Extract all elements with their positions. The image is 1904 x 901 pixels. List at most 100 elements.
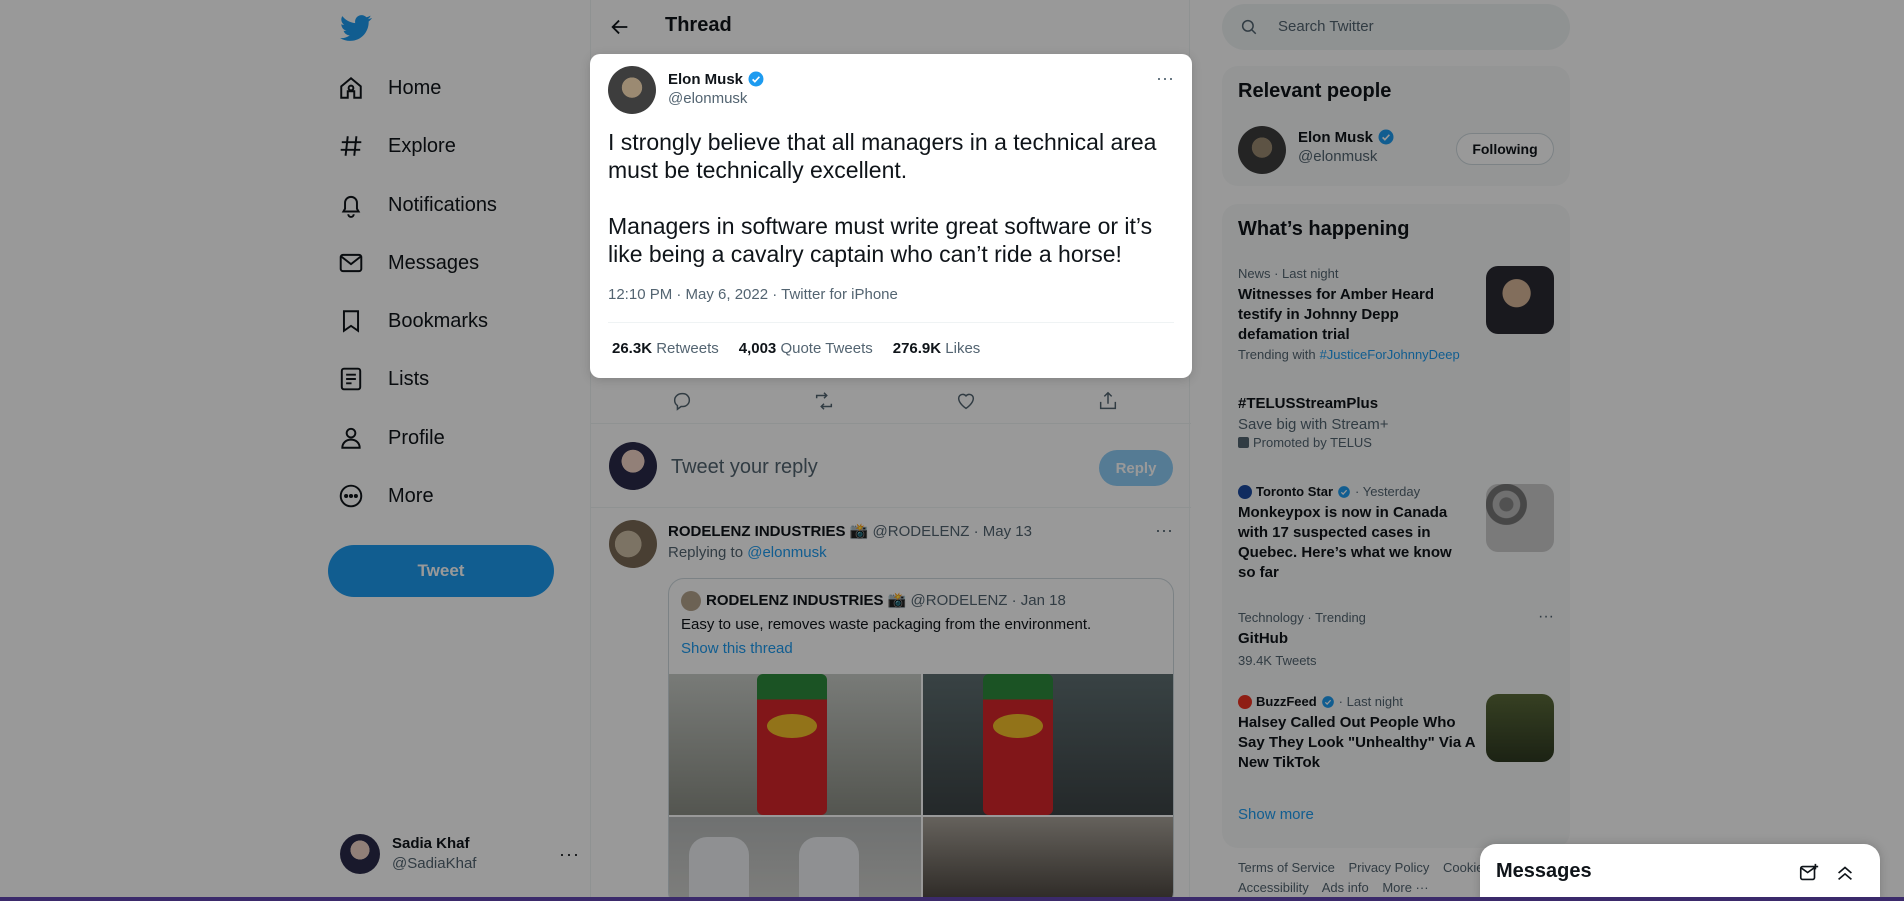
reply-author-handle[interactable]: @RODELENZ <box>873 523 970 540</box>
quoted-media-grid <box>669 674 1173 901</box>
toronto-star-logo-icon <box>1238 484 1252 499</box>
twitter-logo-icon[interactable] <box>340 12 372 44</box>
footer-link[interactable]: Cookie <box>1443 860 1483 875</box>
nav-messages[interactable]: Messages <box>338 238 479 288</box>
relevant-person-name[interactable]: Elon Musk <box>1298 129 1373 146</box>
container-image <box>689 837 749 901</box>
messages-drawer[interactable]: Messages <box>1480 844 1880 901</box>
trending-hashtag-link[interactable]: #JusticeForJohnnyDeep <box>1320 347 1460 362</box>
tweet-more-icon[interactable]: ··· <box>1156 68 1174 89</box>
nav-more[interactable]: More <box>338 471 434 521</box>
left-navigation: Home Explore Notifications Messages Book… <box>326 0 586 901</box>
trend-meta: Technology · Trending <box>1238 610 1366 625</box>
trend-item[interactable]: Technology · Trending GitHub 39.4K Tweet… <box>1238 610 1558 668</box>
whats-happening-title: What’s happening <box>1238 218 1410 240</box>
expand-drawer-button[interactable] <box>1834 862 1856 884</box>
trend-source: Toronto Star <box>1256 484 1334 499</box>
right-sidebar: Search Twitter Relevant people Elon Musk… <box>1222 0 1572 901</box>
whats-happening-card: What’s happening News · Last night Witne… <box>1222 204 1570 848</box>
nav-profile-label: Profile <box>388 426 445 449</box>
nav-notifications[interactable]: Notifications <box>338 180 497 230</box>
home-icon <box>340 76 362 99</box>
account-switcher[interactable]: Sadia Khaf @SadiaKhaf ··· <box>340 832 580 876</box>
trending-with-prefix: Trending with <box>1238 347 1316 362</box>
more-circle-icon <box>339 484 363 508</box>
author-name[interactable]: Elon Musk <box>668 71 743 88</box>
reply-author-avatar[interactable] <box>609 520 657 568</box>
media-image[interactable] <box>923 817 1173 901</box>
quote-tweets-stat[interactable]: 4,003 Quote Tweets <box>739 340 873 357</box>
nav-messages-label: Messages <box>388 251 480 274</box>
media-image[interactable] <box>669 674 921 815</box>
share-action[interactable] <box>1097 390 1121 414</box>
retweet-icon <box>815 392 833 410</box>
relevant-people-card: Relevant people Elon Musk @elonmusk Foll… <box>1222 66 1570 186</box>
footer-link[interactable]: Ads info <box>1322 880 1369 895</box>
nav-profile[interactable]: Profile <box>338 413 445 463</box>
trend-thumbnail[interactable] <box>1486 694 1554 762</box>
nav-explore[interactable]: Explore <box>338 121 456 171</box>
following-button[interactable]: Following <box>1456 133 1554 165</box>
trend-headline: #TELUSStreamPlus <box>1238 395 1379 412</box>
relevant-person-avatar[interactable] <box>1238 126 1286 174</box>
nav-explore-label: Explore <box>388 134 456 157</box>
footer-links: Terms of Service Privacy Policy Cookie A… <box>1238 858 1493 898</box>
reply-author-name[interactable]: RODELENZ INDUSTRIES 📸 <box>668 523 868 540</box>
reply-more-icon[interactable]: ··· <box>1155 520 1173 541</box>
reply-tweet[interactable]: RODELENZ INDUSTRIES 📸 @RODELENZ · May 13… <box>591 508 1191 901</box>
quoted-tweet[interactable]: RODELENZ INDUSTRIES 📸 @RODELENZ · Jan 18… <box>668 578 1174 901</box>
quoted-author-avatar <box>681 591 701 611</box>
quoted-date: · Jan 18 <box>1011 592 1066 609</box>
nav-lists[interactable]: Lists <box>338 354 429 404</box>
promoted-icon <box>1238 437 1249 448</box>
media-image[interactable] <box>669 817 921 901</box>
divider <box>608 322 1174 323</box>
search-input[interactable]: Search Twitter <box>1278 18 1374 35</box>
thread-header: Thread <box>591 0 1191 53</box>
nav-home[interactable]: Home <box>338 63 441 113</box>
media-image[interactable] <box>923 674 1173 815</box>
footer-link[interactable]: More ··· <box>1382 880 1428 895</box>
search-bar[interactable]: Search Twitter <box>1222 4 1570 50</box>
trend-more-icon[interactable]: ··· <box>1538 608 1554 626</box>
reply-input[interactable]: Tweet your reply <box>671 456 818 479</box>
tweet-paragraph: Managers in software must write great so… <box>608 213 1153 267</box>
show-thread-link[interactable]: Show this thread <box>681 640 793 657</box>
tweet-timestamp[interactable]: 12:10 PM · May 6, 2022 · Twitter for iPh… <box>608 286 898 303</box>
account-avatar <box>340 834 380 874</box>
reply-button[interactable]: Reply <box>1099 450 1173 486</box>
relevant-people-title: Relevant people <box>1238 80 1392 102</box>
back-arrow-icon[interactable] <box>609 16 631 38</box>
footer-link[interactable]: Privacy Policy <box>1348 860 1429 875</box>
trend-item[interactable]: #TELUSStreamPlus Save big with Stream+ P… <box>1238 394 1558 450</box>
likes-stat[interactable]: 276.9K Likes <box>893 340 981 357</box>
nav-home-label: Home <box>388 76 442 99</box>
trend-thumbnail[interactable] <box>1486 266 1554 334</box>
retweets-stat[interactable]: 26.3K Retweets <box>612 340 719 357</box>
show-more-link[interactable]: Show more <box>1238 806 1314 823</box>
tweet-action-bar <box>591 380 1191 424</box>
author-avatar[interactable] <box>608 66 656 114</box>
tweet-stats: 26.3K Retweets 4,003 Quote Tweets 276.9K… <box>612 340 980 357</box>
trend-time: · Last night <box>1338 694 1403 709</box>
trend-thumbnail[interactable] <box>1486 484 1554 552</box>
verified-badge-icon <box>1321 695 1334 708</box>
nav-bookmarks[interactable]: Bookmarks <box>338 296 488 346</box>
tweet-button[interactable]: Tweet <box>328 545 554 597</box>
account-more-icon[interactable]: ··· <box>559 844 580 865</box>
reply-date[interactable]: · May 13 <box>974 523 1032 540</box>
footer-link[interactable]: Accessibility <box>1238 880 1309 895</box>
reply-icon <box>673 392 691 411</box>
hashtag-icon <box>340 136 362 156</box>
reply-action[interactable] <box>671 390 695 414</box>
verified-badge-icon <box>1338 485 1350 498</box>
replying-to-link[interactable]: @elonmusk <box>747 544 826 561</box>
author-handle[interactable]: @elonmusk <box>668 90 747 107</box>
footer-link[interactable]: Terms of Service <box>1238 860 1335 875</box>
trend-headline: Witnesses for Amber Heard testify in Joh… <box>1238 286 1435 343</box>
retweet-action[interactable] <box>813 390 837 414</box>
focused-tweet-card[interactable]: Elon Musk @elonmusk ··· I strongly belie… <box>590 54 1192 378</box>
like-action[interactable] <box>955 390 979 414</box>
new-message-button[interactable] <box>1798 862 1820 884</box>
trend-time: · Yesterday <box>1355 484 1421 499</box>
